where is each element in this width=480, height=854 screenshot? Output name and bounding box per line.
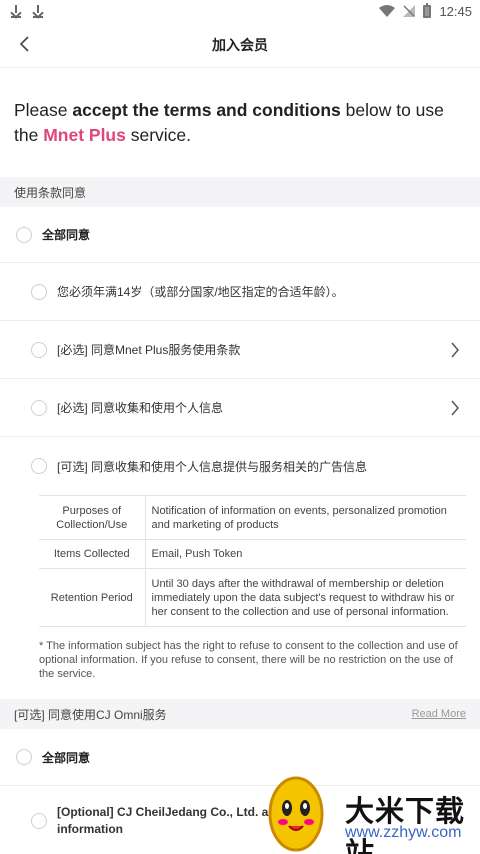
ad-info-row[interactable]: [可选] 同意收集和使用个人信息提供与服务相关的广告信息 [0, 437, 480, 495]
omni-section-header: [可选] 同意使用CJ Omni服务 Read More [0, 699, 480, 729]
table-row: Purposes of Collection/Use Notification … [39, 495, 466, 540]
watermark-url: www.zzhyw.com [345, 824, 462, 841]
app-header: 加入会员 [0, 22, 480, 68]
agree-all-row[interactable]: 全部同意 [0, 207, 480, 263]
brand-name: Mnet Plus [43, 125, 126, 145]
personal-info-radio[interactable] [31, 399, 47, 416]
items-key: Items Collected [39, 539, 146, 569]
ad-info-label: [可选] 同意收集和使用个人信息提供与服务相关的广告信息 [57, 459, 368, 474]
consent-note: * The information subject has the right … [39, 640, 458, 680]
cj-consent-radio[interactable] [31, 812, 47, 829]
download-icon [32, 4, 44, 18]
watermark-text: 大米下载站 [345, 794, 466, 854]
age-consent-row[interactable]: 您必须年满14岁（或部分国家/地区指定的合适年龄）。 [0, 263, 480, 321]
status-time: 12:45 [439, 3, 472, 19]
intro-part4: service. [125, 125, 192, 145]
service-terms-row[interactable]: [必选] 同意Mnet Plus服务使用条款 [0, 321, 480, 379]
service-terms-label: [必选] 同意Mnet Plus服务使用条款 [57, 343, 241, 357]
omni-agree-all-radio[interactable] [16, 749, 32, 765]
intro-emphasis: accept the terms and conditions [72, 100, 341, 120]
watermark: 大米下载站 www.zzhyw.com [265, 768, 480, 854]
service-terms-radio[interactable] [31, 341, 47, 358]
items-value: Email, Push Token [145, 539, 466, 569]
download-icon [10, 4, 22, 18]
omni-section-title: [可选] 同意使用CJ Omni服务 [14, 707, 167, 722]
wifi-icon [379, 5, 396, 17]
chevron-right-icon[interactable] [450, 342, 460, 358]
ad-info-radio[interactable] [31, 458, 47, 474]
retention-value: Until 30 days after the withdrawal of me… [145, 568, 466, 627]
terms-section-title: 使用条款同意 [14, 185, 87, 200]
battery-icon [423, 2, 432, 18]
agree-all-radio[interactable] [16, 226, 32, 243]
back-arrow-icon[interactable] [18, 35, 32, 53]
retention-key: Retention Period [39, 568, 146, 627]
age-consent-label: 您必须年满14岁（或部分国家/地区指定的合适年龄）。 [57, 285, 344, 299]
purposes-key: Purposes of Collection/Use [39, 495, 146, 540]
agree-all-label: 全部同意 [42, 228, 91, 242]
page-title: 加入会员 [212, 36, 268, 53]
intro-text: Please accept the terms and conditions b… [0, 68, 480, 177]
omni-agree-all-label: 全部同意 [42, 750, 91, 765]
personal-info-label: [必选] 同意收集和使用个人信息 [57, 401, 224, 415]
no-signal-icon [403, 5, 416, 17]
chevron-right-icon[interactable] [450, 400, 460, 416]
purposes-value: Notification of information on events, p… [145, 495, 466, 540]
table-row: Retention Period Until 30 days after the… [39, 568, 466, 627]
status-bar: 12:45 [0, 0, 480, 22]
ad-info-table: Purposes of Collection/Use Notification … [39, 495, 466, 627]
personal-info-row[interactable]: [必选] 同意收集和使用个人信息 [0, 379, 480, 437]
table-row: Items Collected Email, Push Token [39, 539, 466, 569]
terms-section-header: 使用条款同意 [0, 177, 480, 207]
mascot-logo-icon [268, 776, 324, 852]
intro-part1: Please [14, 100, 73, 120]
age-consent-radio[interactable] [31, 283, 47, 300]
read-more-link[interactable]: Read More [412, 708, 466, 720]
